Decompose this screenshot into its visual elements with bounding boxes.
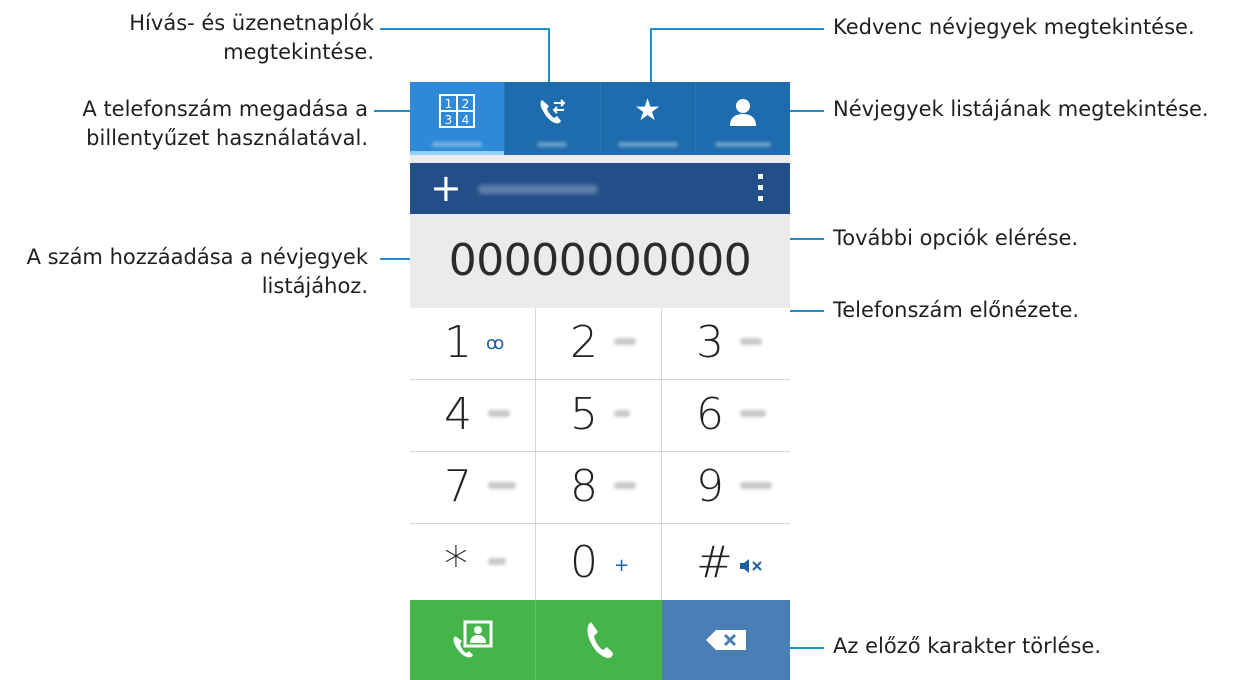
leader-line: [380, 28, 550, 30]
key-4[interactable]: 4: [410, 380, 536, 452]
svg-text:4: 4: [462, 113, 470, 127]
key-letters-blurred: [740, 338, 762, 345]
key-digit: 2: [570, 317, 598, 368]
key-3[interactable]: 3: [662, 308, 790, 380]
key-letters-blurred: [614, 410, 630, 417]
tab-favorites[interactable]: ★: [601, 82, 696, 155]
svg-text:3: 3: [445, 113, 453, 127]
tab-keypad[interactable]: 1 2 3 4: [410, 82, 506, 155]
key-digit: 3: [696, 317, 724, 368]
tab-call-logs[interactable]: [505, 82, 601, 155]
key-digit: 8: [570, 461, 598, 512]
callout-line: Kedvenc névjegyek megtekintése.: [833, 15, 1195, 39]
backspace-icon: [706, 630, 746, 650]
key-digit: 0: [570, 537, 598, 588]
svg-text:1: 1: [445, 97, 453, 111]
key-letters-blurred: [614, 482, 636, 489]
callout-line: A telefonszám megadása a: [82, 97, 368, 121]
key-star[interactable]: *: [410, 524, 536, 600]
callout-line: megtekintése.: [223, 40, 374, 64]
callout-number-preview: Telefonszám előnézete.: [833, 296, 1079, 325]
phone-handset-icon: [587, 622, 613, 658]
key-letters-blurred: [488, 410, 510, 417]
callout-delete: Az előző karakter törlése.: [833, 632, 1101, 661]
key-8[interactable]: 8: [536, 452, 662, 524]
key-digit: 5: [570, 389, 598, 440]
callout-line: A szám hozzáadása a névjegyek: [26, 245, 368, 269]
callout-call-logs: Hívás- és üzenetnaplók megtekintése.: [129, 9, 374, 67]
callout-favorites: Kedvenc névjegyek megtekintése.: [833, 13, 1195, 42]
tab-label-blurred: [432, 142, 483, 147]
key-9[interactable]: 9: [662, 452, 790, 524]
voicemail-icon: ꝏ: [486, 333, 505, 354]
callout-keypad: A telefonszám megadása a billentyűzet ha…: [82, 95, 368, 153]
callout-add-to-contacts: A szám hozzáadása a névjegyek listájához…: [27, 243, 368, 301]
key-hash[interactable]: #: [662, 524, 790, 600]
mute-icon: [740, 559, 762, 573]
callout-more-options: További opciók elérése.: [833, 224, 1078, 253]
key-digit: 4: [444, 389, 472, 440]
key-5[interactable]: 5: [536, 380, 662, 452]
add-to-contacts-label-blurred: [478, 185, 598, 194]
key-letters-blurred: [614, 338, 636, 345]
callout-line: További opciók elérése.: [833, 226, 1079, 250]
callout-line: Hívás- és üzenetnaplók: [129, 11, 374, 35]
key-letters-blurred: [488, 482, 516, 489]
tab-bar: 1 2 3 4 ★: [410, 82, 790, 155]
kebab-dot: [758, 185, 763, 190]
key-0[interactable]: 0 +: [536, 524, 662, 600]
contact-call-icon: [453, 620, 493, 658]
kebab-dot: [758, 174, 763, 179]
contact-person-icon: [729, 99, 756, 126]
call-button[interactable]: [536, 600, 662, 680]
tab-label-blurred: [537, 142, 568, 147]
key-digit: 1: [444, 317, 472, 368]
callout-line: Az előző karakter törlése.: [833, 634, 1102, 658]
tab-label-blurred: [617, 142, 678, 147]
callout-line: Névjegyek listájának megtekintése.: [833, 97, 1209, 121]
key-2[interactable]: 2: [536, 308, 662, 380]
callout-line: listájához.: [261, 274, 368, 298]
plus-icon: +: [614, 555, 630, 576]
key-digit: 7: [444, 461, 472, 512]
dial-keypad: 1 ꝏ 2 3 4 5 6 7 8 9 * 0 + #: [410, 308, 790, 600]
call-log-icon: [540, 99, 566, 124]
tab-contacts[interactable]: [696, 82, 790, 155]
delete-button[interactable]: [662, 600, 790, 680]
svg-text:2: 2: [462, 97, 470, 111]
more-options-icon[interactable]: [758, 174, 764, 204]
key-letters-blurred: [740, 482, 772, 489]
key-letters-blurred: [740, 410, 766, 417]
key-digit: 6: [696, 389, 724, 440]
phone-dialer-screen: 1 2 3 4 ★ + 00000000000 1 ꝏ 2 3 4 5 6 7 …: [410, 82, 790, 680]
number-preview[interactable]: 00000000000: [410, 214, 790, 308]
callout-line: Telefonszám előnézete.: [833, 298, 1080, 322]
key-digit: *: [444, 537, 468, 593]
key-6[interactable]: 6: [662, 380, 790, 452]
star-icon: ★: [634, 93, 662, 128]
video-call-button[interactable]: [410, 600, 536, 680]
key-7[interactable]: 7: [410, 452, 536, 524]
callout-line: billentyűzet használatával.: [86, 126, 368, 150]
key-digit: #: [696, 537, 733, 588]
key-1[interactable]: 1 ꝏ: [410, 308, 536, 380]
key-digit: 9: [696, 461, 724, 512]
kebab-dot: [758, 196, 763, 201]
keypad-icon: 1 2 3 4: [439, 94, 476, 128]
active-tab-indicator: [410, 151, 505, 155]
key-letters-blurred: [488, 558, 506, 565]
add-to-contacts-button[interactable]: +: [430, 168, 462, 208]
action-bar: +: [410, 163, 790, 214]
leader-line: [650, 28, 824, 30]
tab-label-blurred: [714, 142, 771, 147]
bottom-action-bar: [410, 600, 790, 680]
callout-contacts: Névjegyek listájának megtekintése.: [833, 95, 1209, 124]
